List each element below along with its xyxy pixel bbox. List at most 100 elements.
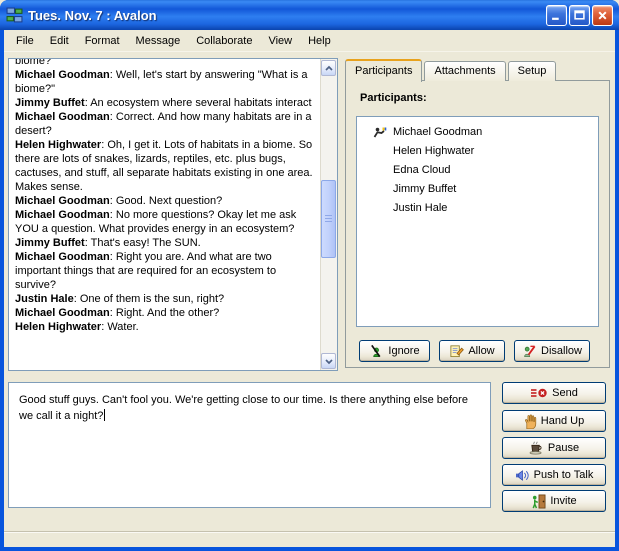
ignore-icon bbox=[369, 344, 384, 358]
pause-button[interactable]: Pause bbox=[502, 437, 606, 459]
menu-message[interactable]: Message bbox=[128, 32, 189, 50]
chat-message: Jimmy BuffetAn ecosystem where several h… bbox=[15, 96, 316, 110]
message-text: An ecosystem where several habitats inte… bbox=[90, 97, 311, 109]
participant-row[interactable]: Jimmy Buffet bbox=[357, 179, 598, 198]
window-body: File Edit Format Message Collaborate Vie… bbox=[4, 30, 615, 547]
chat-message: Michael GoodmanRight. And the other? bbox=[15, 306, 316, 320]
message-sender: Justin Hale bbox=[15, 293, 80, 305]
coffee-cup-icon bbox=[529, 441, 544, 456]
chat-message: Michael GoodmanCorrect. And how many hab… bbox=[15, 110, 316, 138]
participants-panel: Participants: Michael Goodman bbox=[345, 80, 610, 368]
minimize-icon bbox=[551, 10, 562, 21]
message-sender: Michael Goodman bbox=[15, 307, 116, 319]
minimize-button[interactable] bbox=[546, 5, 567, 26]
window-title: Tues. Nov. 7 : Avalon bbox=[28, 8, 546, 23]
message-text: Good. Next question? bbox=[116, 195, 222, 207]
disallow-label: Disallow bbox=[541, 345, 582, 357]
chat-message: Michael GoodmanNo more questions? Okay l… bbox=[15, 208, 316, 236]
message-sender: Michael Goodman bbox=[15, 69, 116, 81]
chevron-up-icon bbox=[324, 64, 334, 73]
participant-row[interactable]: Justin Hale bbox=[357, 198, 598, 217]
participant-row[interactable]: Edna Cloud bbox=[357, 160, 598, 179]
ignore-label: Ignore bbox=[388, 345, 419, 357]
invite-button[interactable]: Invite bbox=[502, 490, 606, 512]
scrollbar-thumb[interactable] bbox=[321, 180, 336, 258]
speaker-icon bbox=[515, 469, 530, 482]
tab-strip: Participants Attachments Setup bbox=[345, 59, 558, 81]
chat-message: Helen HighwaterOh, I get it. Lots of hab… bbox=[15, 138, 316, 194]
close-icon bbox=[597, 10, 608, 21]
participant-row[interactable]: Helen Highwater bbox=[357, 141, 598, 160]
send-label: Send bbox=[552, 387, 578, 399]
push-to-talk-button[interactable]: Push to Talk bbox=[502, 464, 606, 486]
send-icon bbox=[530, 387, 548, 399]
message-text: One of them is the sun, right? bbox=[80, 293, 224, 305]
clipped-line: biome? bbox=[15, 59, 316, 68]
chat-message: Michael GoodmanRight you are. And what a… bbox=[15, 250, 316, 292]
menu-edit[interactable]: Edit bbox=[42, 32, 77, 50]
chat-message: Jimmy BuffetThat's easy! The SUN. bbox=[15, 236, 316, 250]
chat-message: Michael GoodmanGood. Next question? bbox=[15, 194, 316, 208]
tab-attachments[interactable]: Attachments bbox=[424, 61, 505, 81]
tab-setup[interactable]: Setup bbox=[508, 61, 557, 81]
pause-label: Pause bbox=[548, 442, 579, 454]
transcript-scrollbar[interactable] bbox=[320, 59, 337, 370]
push-to-talk-label: Push to Talk bbox=[534, 469, 594, 481]
disallow-icon bbox=[522, 344, 537, 358]
menu-file[interactable]: File bbox=[8, 32, 42, 50]
menu-collaborate[interactable]: Collaborate bbox=[188, 32, 260, 50]
participants-label: Participants: bbox=[360, 92, 427, 104]
allow-icon bbox=[449, 344, 464, 358]
scroll-up-button[interactable] bbox=[321, 60, 336, 76]
menu-format[interactable]: Format bbox=[77, 32, 128, 50]
maximize-icon bbox=[574, 10, 585, 21]
ignore-button[interactable]: Ignore bbox=[359, 340, 430, 362]
chat-transcript[interactable]: biome? Michael GoodmanWell, let's start … bbox=[8, 58, 338, 371]
text-caret bbox=[104, 409, 105, 421]
invite-label: Invite bbox=[550, 495, 576, 507]
app-icon bbox=[6, 7, 23, 24]
message-sender: Michael Goodman bbox=[15, 195, 116, 207]
message-sender: Michael Goodman bbox=[15, 209, 116, 221]
chat-message: Michael GoodmanWell, let's start by answ… bbox=[15, 68, 316, 96]
participant-name: Edna Cloud bbox=[393, 164, 451, 176]
composer-text: Good stuff guys. Can't fool you. We're g… bbox=[19, 394, 468, 422]
participant-name: Justin Hale bbox=[393, 202, 447, 214]
chevron-down-icon bbox=[324, 357, 334, 366]
invite-door-icon bbox=[531, 494, 546, 509]
disallow-button[interactable]: Disallow bbox=[514, 340, 590, 362]
participant-name: Michael Goodman bbox=[393, 126, 482, 138]
menu-view[interactable]: View bbox=[260, 32, 300, 50]
message-text: That's easy! The SUN. bbox=[91, 237, 201, 249]
send-button[interactable]: Send bbox=[502, 382, 606, 404]
participant-name: Helen Highwater bbox=[393, 145, 474, 157]
maximize-button[interactable] bbox=[569, 5, 590, 26]
message-text: Water. bbox=[107, 321, 138, 333]
scroll-down-button[interactable] bbox=[321, 353, 336, 369]
message-sender: Michael Goodman bbox=[15, 111, 116, 123]
message-sender: Jimmy Buffet bbox=[15, 237, 91, 249]
participants-list[interactable]: Michael Goodman Helen Highwater Edna Clo… bbox=[356, 116, 599, 327]
title-bar[interactable]: Tues. Nov. 7 : Avalon bbox=[0, 0, 619, 30]
message-sender: Helen Highwater bbox=[15, 139, 107, 151]
message-sender: Helen Highwater bbox=[15, 321, 107, 333]
message-text: Right. And the other? bbox=[116, 307, 219, 319]
chat-message: Helen HighwaterWater. bbox=[15, 320, 316, 334]
app-window: Tues. Nov. 7 : Avalon File Edit Format M… bbox=[0, 0, 619, 551]
allow-button[interactable]: Allow bbox=[439, 340, 505, 362]
message-sender: Michael Goodman bbox=[15, 251, 116, 263]
close-button[interactable] bbox=[592, 5, 613, 26]
hand-up-button[interactable]: Hand Up bbox=[502, 410, 606, 432]
menu-help[interactable]: Help bbox=[300, 32, 339, 50]
participant-row[interactable]: Michael Goodman bbox=[357, 122, 598, 141]
participant-name: Jimmy Buffet bbox=[393, 183, 456, 195]
transcript-text: biome? Michael GoodmanWell, let's start … bbox=[9, 59, 320, 370]
hand-raised-icon bbox=[373, 126, 393, 138]
allow-label: Allow bbox=[468, 345, 494, 357]
hand-icon bbox=[524, 414, 537, 429]
message-input[interactable]: Good stuff guys. Can't fool you. We're g… bbox=[8, 382, 491, 508]
message-sender: Jimmy Buffet bbox=[15, 97, 90, 109]
status-bar bbox=[4, 531, 615, 547]
tab-participants[interactable]: Participants bbox=[345, 59, 422, 82]
menu-bar: File Edit Format Message Collaborate Vie… bbox=[4, 30, 615, 52]
